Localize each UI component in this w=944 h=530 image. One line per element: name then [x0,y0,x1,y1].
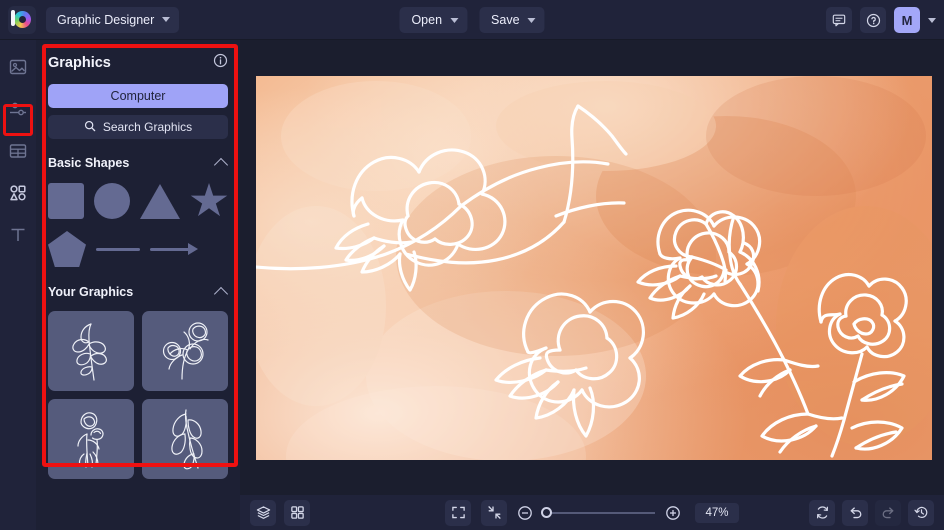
info-circle-icon[interactable] [213,53,228,73]
avatar-initial: M [901,12,913,28]
basic-shapes-row-1 [48,182,228,220]
search-graphics-button[interactable]: Search Graphics [48,115,228,139]
rail-item-adjustments[interactable] [5,96,31,122]
graphic-thumbnail[interactable] [142,399,228,479]
bottom-left-actions [250,499,310,526]
basic-shapes-row-2 [48,230,228,268]
minus-circle-icon [518,505,532,520]
rail-item-image[interactable] [5,54,31,80]
app-logo[interactable] [8,5,36,34]
zoom-slider[interactable] [540,506,655,518]
search-label: Search Graphics [102,120,193,134]
grid-button[interactable] [284,499,310,526]
graphic-thumbnail[interactable] [142,311,228,391]
zoom-level-value[interactable]: 47% [695,502,739,523]
section-header-basic-shapes[interactable]: Basic Shapes [48,154,229,172]
account-chevron-down-icon[interactable] [928,17,936,23]
search-icon [84,120,96,135]
graphic-thumbnail[interactable] [48,311,134,391]
open-label: Open [411,13,443,27]
save-label: Save [491,13,520,27]
canvas-artwork [256,76,932,460]
rail-item-graphics[interactable] [5,180,31,206]
history-icon [913,506,927,518]
your-graphics-grid [48,311,228,479]
expand-frame-icon [451,506,465,519]
fit-to-screen-button[interactable] [445,499,471,526]
zoom-out-button[interactable] [517,505,533,521]
shape-circle[interactable] [94,183,130,219]
graphics-panel: Graphics Computer Search Graphics Basic … [36,40,240,530]
shape-square[interactable] [48,183,84,219]
graphic-thumbnail[interactable] [48,399,134,479]
shape-arrow[interactable] [150,243,198,255]
grid-icon [290,506,304,519]
zoom-controls: 47% [445,499,739,526]
shape-triangle[interactable] [140,183,180,219]
question-circle-icon [866,13,880,27]
chevron-up-icon [213,157,229,172]
collapse-frame-icon [487,506,501,519]
top-bar: Graphic Designer Open Save M [0,0,944,40]
history-button[interactable] [908,499,934,526]
canvas-stage[interactable] [240,40,944,495]
design-canvas[interactable] [256,76,932,460]
color-wheel-logo-icon [10,10,31,28]
bottom-right-actions [809,499,934,526]
redo-icon [882,507,893,519]
open-button[interactable]: Open [399,7,468,33]
computer-source-button[interactable]: Computer [48,84,228,108]
avatar[interactable]: M [894,7,920,33]
sync-button[interactable] [809,499,835,526]
frames-icon [9,144,27,158]
left-rail [0,40,36,530]
chevron-down-icon [162,17,171,22]
redo-button[interactable] [875,499,901,526]
text-icon [11,228,25,241]
shape-line[interactable] [96,247,140,251]
section-header-your-graphics[interactable]: Your Graphics [48,283,229,301]
sliders-icon [10,102,26,116]
shape-star[interactable] [190,183,228,217]
top-right-actions: M [826,0,936,40]
section-title-basic-shapes: Basic Shapes [48,156,130,170]
panel-header: Graphics [48,50,228,76]
chevron-down-icon [527,17,536,23]
feedback-button[interactable] [826,7,852,33]
bottom-toolbar: 47% [240,495,944,530]
help-button[interactable] [860,7,886,33]
zoom-slider-handle[interactable] [540,506,552,518]
shapes-icon [10,185,26,201]
rail-item-text[interactable] [5,222,31,248]
layers-button[interactable] [250,499,276,526]
sync-icon [816,506,828,519]
project-selector[interactable]: Graphic Designer [46,6,180,33]
section-title-your-graphics: Your Graphics [48,285,134,299]
rail-item-layouts[interactable] [5,138,31,164]
save-button[interactable]: Save [479,7,545,33]
chevron-up-icon [213,286,229,301]
page-title: Graphics [48,55,111,71]
plus-circle-icon [666,505,680,520]
chevron-down-icon [450,17,459,23]
zoom-in-button[interactable] [665,505,681,521]
layers-icon [256,506,270,519]
image-icon [9,59,27,75]
shape-pentagon[interactable] [48,231,86,267]
computer-label: Computer [110,89,166,103]
undo-button[interactable] [842,499,868,526]
top-center-actions: Open Save [399,0,545,40]
project-name: Graphic Designer [57,12,155,27]
collapse-frame-button[interactable] [481,499,507,526]
comment-icon [832,14,846,27]
undo-icon [850,507,861,519]
